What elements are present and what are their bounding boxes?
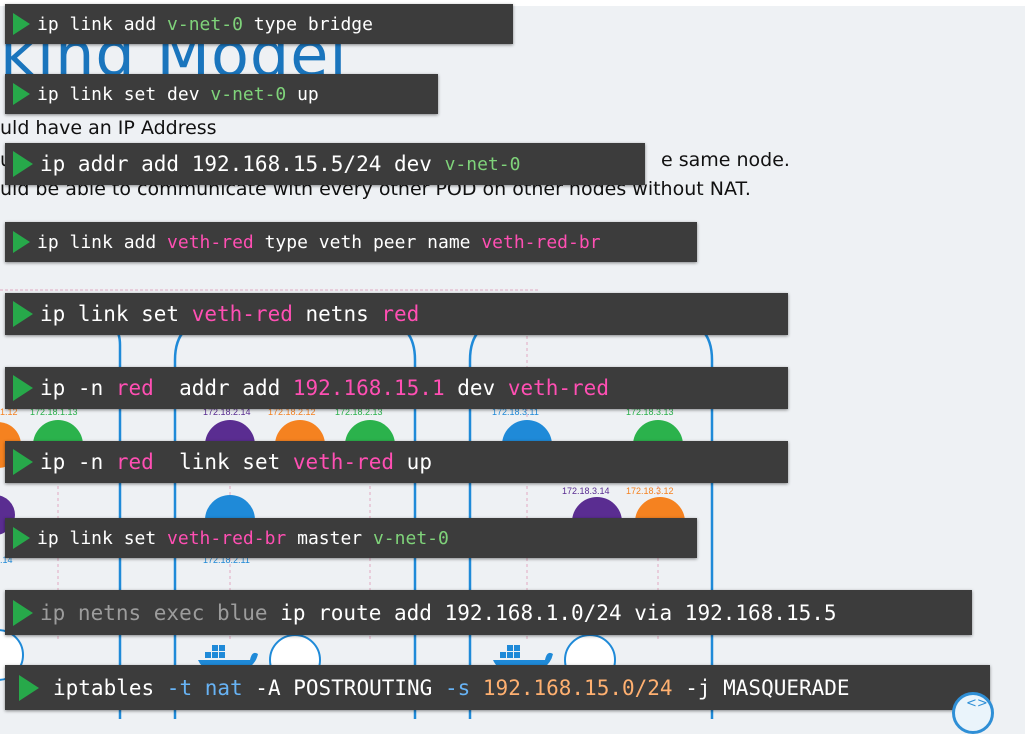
command-veth-master: ip link set veth-red-br master v-net-0 <box>5 518 697 558</box>
play-icon <box>13 151 33 177</box>
play-icon <box>19 674 39 701</box>
play-icon <box>13 13 30 35</box>
ip-label: 172.18.3.12 <box>626 486 674 496</box>
bullet-ip-address: uld have an IP Address <box>0 117 217 139</box>
play-icon <box>13 449 33 475</box>
command-bridge-up: ip link set dev v-net-0 up <box>5 74 438 114</box>
command-ns-up: ip -n red link set veth-red up <box>5 441 788 483</box>
command-bridge-addr: ip addr add 192.168.15.5/24 dev v-net-0 <box>5 143 645 185</box>
command-veth-create: ip link add veth-red type veth peer name… <box>5 222 697 262</box>
ip-label: 172.18.3.14 <box>562 486 610 496</box>
command-ns-addr: ip -n red addr add 192.168.15.1 dev veth… <box>5 367 788 409</box>
play-icon <box>13 301 33 327</box>
play-icon <box>13 83 30 105</box>
network-diagram: 1.12 172.18.1.13 .14 172.18.2.14 172.18.… <box>0 289 714 719</box>
play-icon <box>13 527 30 549</box>
code-brackets-icon: <> <box>966 696 988 711</box>
command-veth-netns: ip link set veth-red netns red <box>5 293 788 335</box>
play-icon <box>13 375 33 401</box>
command-bridge-add: ip link add v-net-0 type bridge <box>5 4 513 44</box>
bullet-same-node-end: e same node. <box>661 149 790 171</box>
command-route-add: ip netns exec blue ip route add 192.168.… <box>5 590 972 635</box>
command-iptables: iptables -t nat -A POSTROUTING -s 192.16… <box>5 665 990 710</box>
play-icon <box>13 599 33 626</box>
play-icon <box>13 231 30 253</box>
